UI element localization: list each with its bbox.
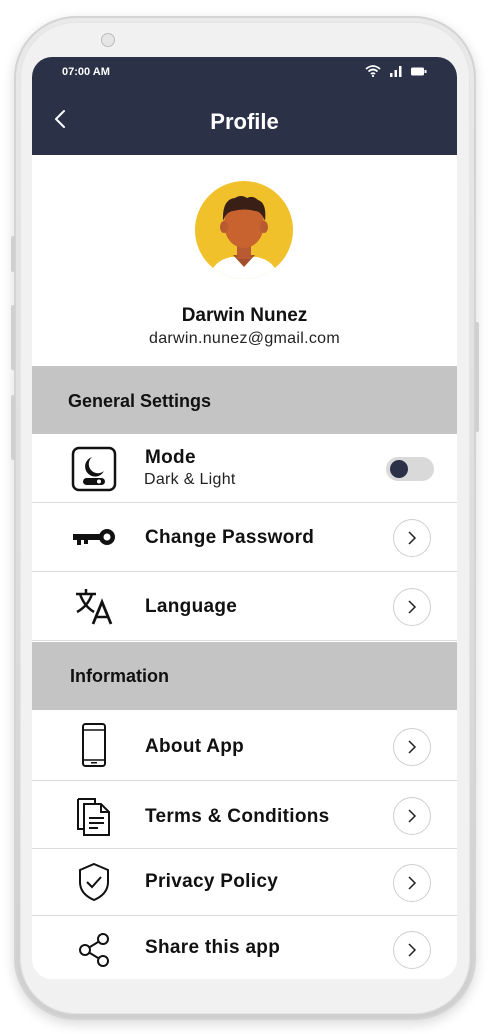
mode-row: Mode Dark & Light [32,435,457,503]
mode-subtitle: Dark & Light [144,471,236,488]
status-time: 07:00 AM [62,66,110,78]
front-camera [101,33,115,47]
privacy-row[interactable]: Privacy Policy [32,849,457,916]
chevron-right-icon [408,531,417,545]
about-app-row[interactable]: About App [32,712,457,781]
chevron-right-icon [408,740,417,754]
terms-row[interactable]: Terms & Conditions [32,781,457,849]
about-app-label: About App [145,736,245,757]
terms-label: Terms & Conditions [145,806,330,827]
side-button [11,395,15,460]
toggle-knob [390,460,408,478]
share-chevron[interactable] [393,931,431,969]
share-icon [79,933,109,967]
change-password-label: Change Password [145,527,315,548]
section-general-settings: General Settings [32,366,457,434]
avatar [195,181,293,279]
dark-mode-icon [71,446,117,492]
privacy-label: Privacy Policy [145,871,279,892]
chevron-right-icon [408,809,417,823]
language-label: Language [145,596,238,617]
section-title: Information [70,666,169,686]
key-icon [73,529,115,545]
change-password-chevron[interactable] [393,519,431,557]
translate-icon [76,589,113,625]
phone-screen: 07:00 AM Profile Darwin Nunez darwin.nun… [32,57,457,979]
side-button [475,322,479,432]
chevron-right-icon [408,876,417,890]
side-button [11,236,15,272]
shield-check-icon [79,862,109,902]
chevron-right-icon [408,600,417,614]
user-email: darwin.nunez@gmail.com [149,330,340,347]
change-password-row[interactable]: Change Password [32,503,457,572]
privacy-chevron[interactable] [393,864,431,902]
terms-chevron[interactable] [393,797,431,835]
page-title: Profile [210,109,279,134]
about-app-chevron[interactable] [393,728,431,766]
side-button [11,305,15,370]
share-label: Share this app [145,937,281,958]
wifi-icon [365,65,381,77]
language-chevron[interactable] [393,588,431,626]
chevron-right-icon [408,943,417,957]
user-name: Darwin Nunez [181,305,308,326]
mode-label: Mode [145,447,196,468]
battery-icon [411,67,427,75]
section-title: General Settings [68,391,212,411]
status-icons [365,65,427,77]
language-row[interactable]: Language [32,572,457,641]
section-information: Information [32,642,457,710]
document-icon [77,798,110,836]
mode-toggle[interactable] [386,457,434,481]
person-avatar-icon [209,196,279,279]
app-header: 07:00 AM Profile [32,57,457,155]
smartphone-icon [82,723,106,767]
share-row[interactable]: Share this app [32,916,457,979]
signal-icon [390,65,402,77]
